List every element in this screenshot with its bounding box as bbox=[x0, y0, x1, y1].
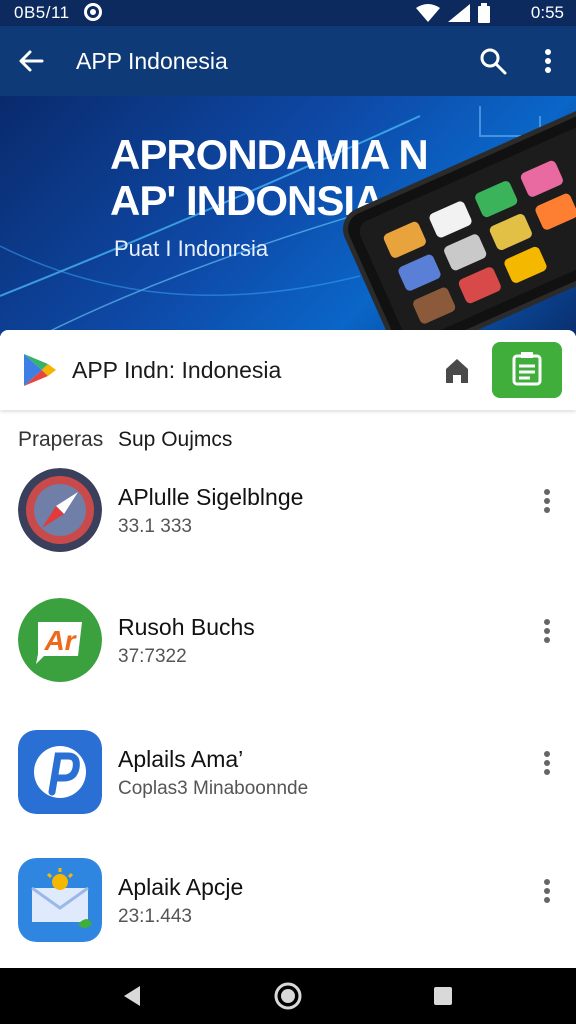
status-time-left: 0B5/11 bbox=[14, 3, 70, 22]
system-nav-bar bbox=[0, 968, 576, 1024]
banner-title-line1: APRONDAMIA N bbox=[110, 131, 429, 178]
more-vert-icon[interactable] bbox=[536, 486, 558, 516]
svg-text:Ar: Ar bbox=[43, 625, 77, 656]
app-subtitle: 23:1.443 bbox=[118, 906, 192, 927]
more-vert-icon[interactable] bbox=[536, 748, 558, 778]
phone-tile bbox=[457, 265, 503, 305]
app-subtitle: 33.1 333 bbox=[118, 516, 192, 537]
phone-tile bbox=[533, 192, 576, 232]
notification-icon bbox=[84, 3, 102, 21]
install-button[interactable] bbox=[492, 342, 562, 398]
phone-tile bbox=[519, 159, 565, 199]
more-vert-icon[interactable] bbox=[536, 616, 558, 646]
nav-recent-icon[interactable] bbox=[433, 986, 453, 1006]
wifi-icon bbox=[416, 4, 440, 22]
list-item[interactable]: APlulle Sigelblnge 33.1 333 bbox=[0, 468, 576, 598]
app-title: Aplails Ama’ bbox=[118, 746, 244, 772]
p-logo-icon bbox=[18, 730, 102, 814]
app-subtitle: Coplas3 Minaboonnde bbox=[118, 778, 309, 799]
app-bar-title: APP Indonesia bbox=[76, 48, 228, 74]
app-title: APlulle Sigelblnge bbox=[118, 484, 304, 510]
nav-home-icon[interactable] bbox=[274, 982, 302, 1010]
banner-subtitle: Puat I Indonrsia bbox=[114, 236, 269, 261]
phone-tile bbox=[442, 232, 488, 272]
battery-icon bbox=[478, 3, 490, 23]
app-title: Aplaik Apcje bbox=[118, 874, 244, 900]
app-header-card: APP Indn: Indonesia bbox=[0, 330, 576, 410]
status-icons bbox=[416, 3, 490, 23]
more-vert-icon[interactable] bbox=[538, 46, 558, 76]
install-icon bbox=[512, 352, 542, 386]
phone-tile bbox=[411, 285, 457, 326]
back-arrow-icon[interactable] bbox=[16, 46, 46, 76]
signal-icon bbox=[448, 4, 470, 22]
phone-tile bbox=[502, 245, 549, 285]
app-bar: APP Indonesia bbox=[0, 26, 576, 96]
status-bar: 0B5/11 0:55 bbox=[0, 0, 576, 26]
list-item[interactable]: Aplails Ama’ Coplas3 Minaboonnde bbox=[0, 730, 576, 860]
app-name: APP Indn: Indonesia bbox=[72, 357, 282, 383]
hero-banner: APRONDAMIA N AP' INDONSIA Puat I Indonrs… bbox=[0, 96, 576, 336]
home-icon[interactable] bbox=[442, 355, 472, 385]
play-store-logo-icon bbox=[24, 354, 56, 386]
compass-icon bbox=[18, 468, 102, 552]
phone-tile bbox=[488, 212, 534, 252]
phone-tile bbox=[427, 199, 474, 240]
ar-logo-icon: Ar bbox=[18, 598, 102, 682]
phone-tile bbox=[473, 179, 519, 219]
nav-back-icon[interactable] bbox=[120, 984, 144, 1008]
status-time-right: 0:55 bbox=[530, 3, 564, 22]
section-label-left[interactable]: Praperas bbox=[18, 428, 103, 452]
app-subtitle: 37:7322 bbox=[118, 646, 187, 667]
app-title: Rusoh Buchs bbox=[118, 614, 255, 640]
phone-tile bbox=[396, 253, 443, 293]
search-icon[interactable] bbox=[478, 46, 508, 76]
more-vert-icon[interactable] bbox=[536, 876, 558, 906]
phone-tile bbox=[382, 220, 428, 260]
section-label-right[interactable]: Sup Oujmcs bbox=[118, 428, 232, 452]
mail-sun-icon bbox=[18, 858, 102, 942]
list-item[interactable]: Ar Rusoh Buchs 37:7322 bbox=[0, 598, 576, 728]
